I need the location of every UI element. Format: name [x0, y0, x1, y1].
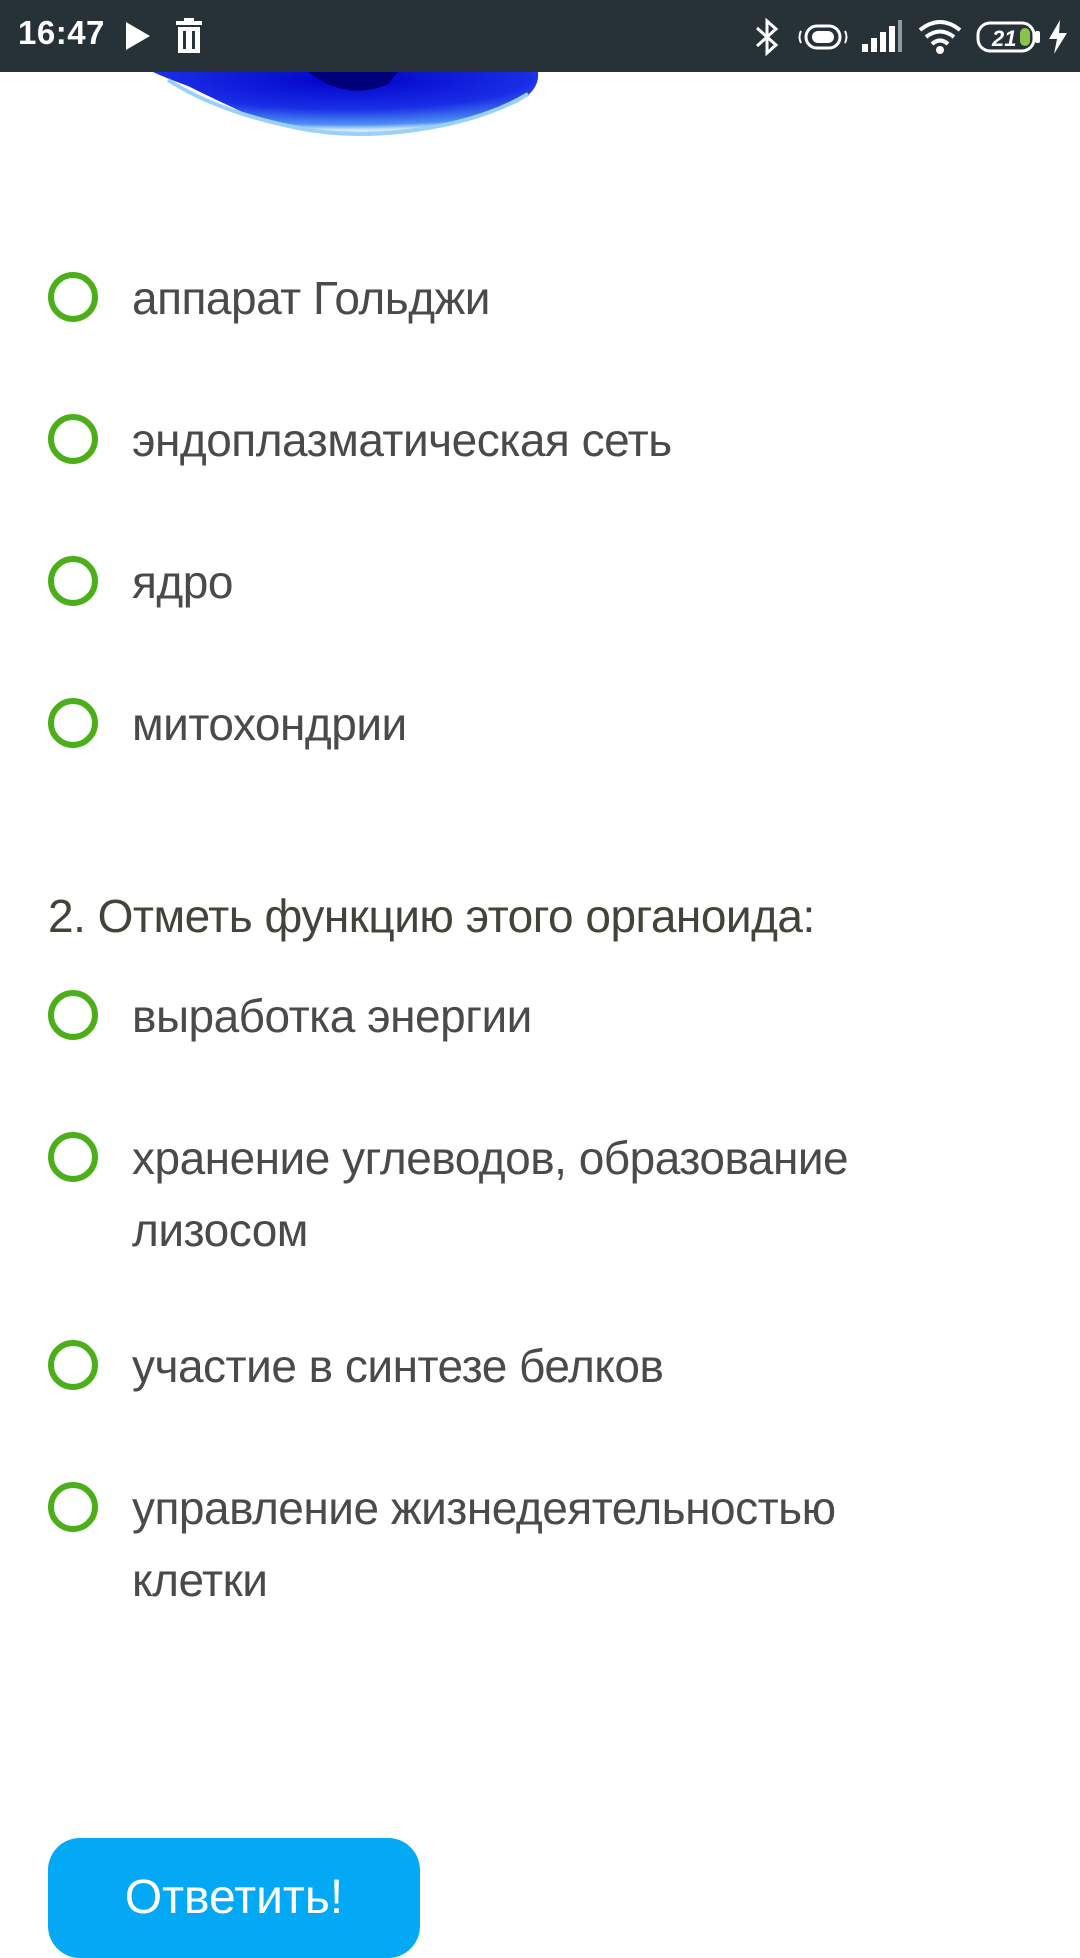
battery-level: 21	[991, 26, 1016, 51]
option-label: митохондрии	[132, 698, 407, 750]
trash-icon	[176, 18, 202, 53]
option-label: ядро	[132, 556, 233, 608]
radio-button[interactable]	[48, 1340, 98, 1390]
radio-button[interactable]	[48, 1132, 98, 1182]
radio-button[interactable]	[48, 272, 98, 322]
question2-option-energy[interactable]: выработка энергии	[48, 980, 1048, 1052]
option-label: хранение углеводов, образование лизосом	[132, 1132, 849, 1256]
radio-button[interactable]	[48, 698, 98, 748]
question1-option-er[interactable]: эндоплазматическая сеть	[48, 404, 1048, 476]
question1-option-mitochondria[interactable]: митохондрии	[48, 688, 1048, 760]
radio-button[interactable]	[48, 556, 98, 606]
question1-option-nucleus[interactable]: ядро	[48, 546, 1048, 618]
question2-option-storage[interactable]: хранение углеводов, образование лизосом	[48, 1122, 1048, 1266]
radio-button[interactable]	[48, 990, 98, 1040]
option-label: эндоплазматическая сеть	[132, 414, 672, 466]
status-bar: 16:47 21	[0, 0, 1080, 72]
radio-button[interactable]	[48, 1482, 98, 1532]
organelle-image	[48, 72, 588, 162]
option-label: выработка энергии	[132, 990, 532, 1042]
question2-option-protein[interactable]: участие в синтезе белков	[48, 1330, 1048, 1402]
battery-icon: 21	[976, 21, 1040, 53]
question1-option-golgi[interactable]: аппарат Гольджи	[48, 262, 1048, 334]
status-time: 16:47	[18, 14, 105, 51]
play-icon	[126, 22, 150, 50]
radio-button[interactable]	[48, 414, 98, 464]
charging-icon	[1049, 20, 1067, 54]
question-title: 2. Отметь функцию этого органоида:	[48, 890, 815, 942]
option-label: аппарат Гольджи	[132, 272, 491, 324]
bluetooth-icon	[755, 18, 779, 56]
wifi-icon	[918, 20, 962, 54]
question2-option-control[interactable]: управление жизнедеятельностью клетки	[48, 1472, 1048, 1616]
option-label: участие в синтезе белков	[132, 1340, 664, 1392]
submit-button[interactable]: Ответить!	[48, 1838, 420, 1958]
vibrate-icon	[798, 24, 848, 50]
signal-icon	[862, 20, 902, 52]
option-label: управление жизнедеятельностью клетки	[132, 1482, 836, 1606]
